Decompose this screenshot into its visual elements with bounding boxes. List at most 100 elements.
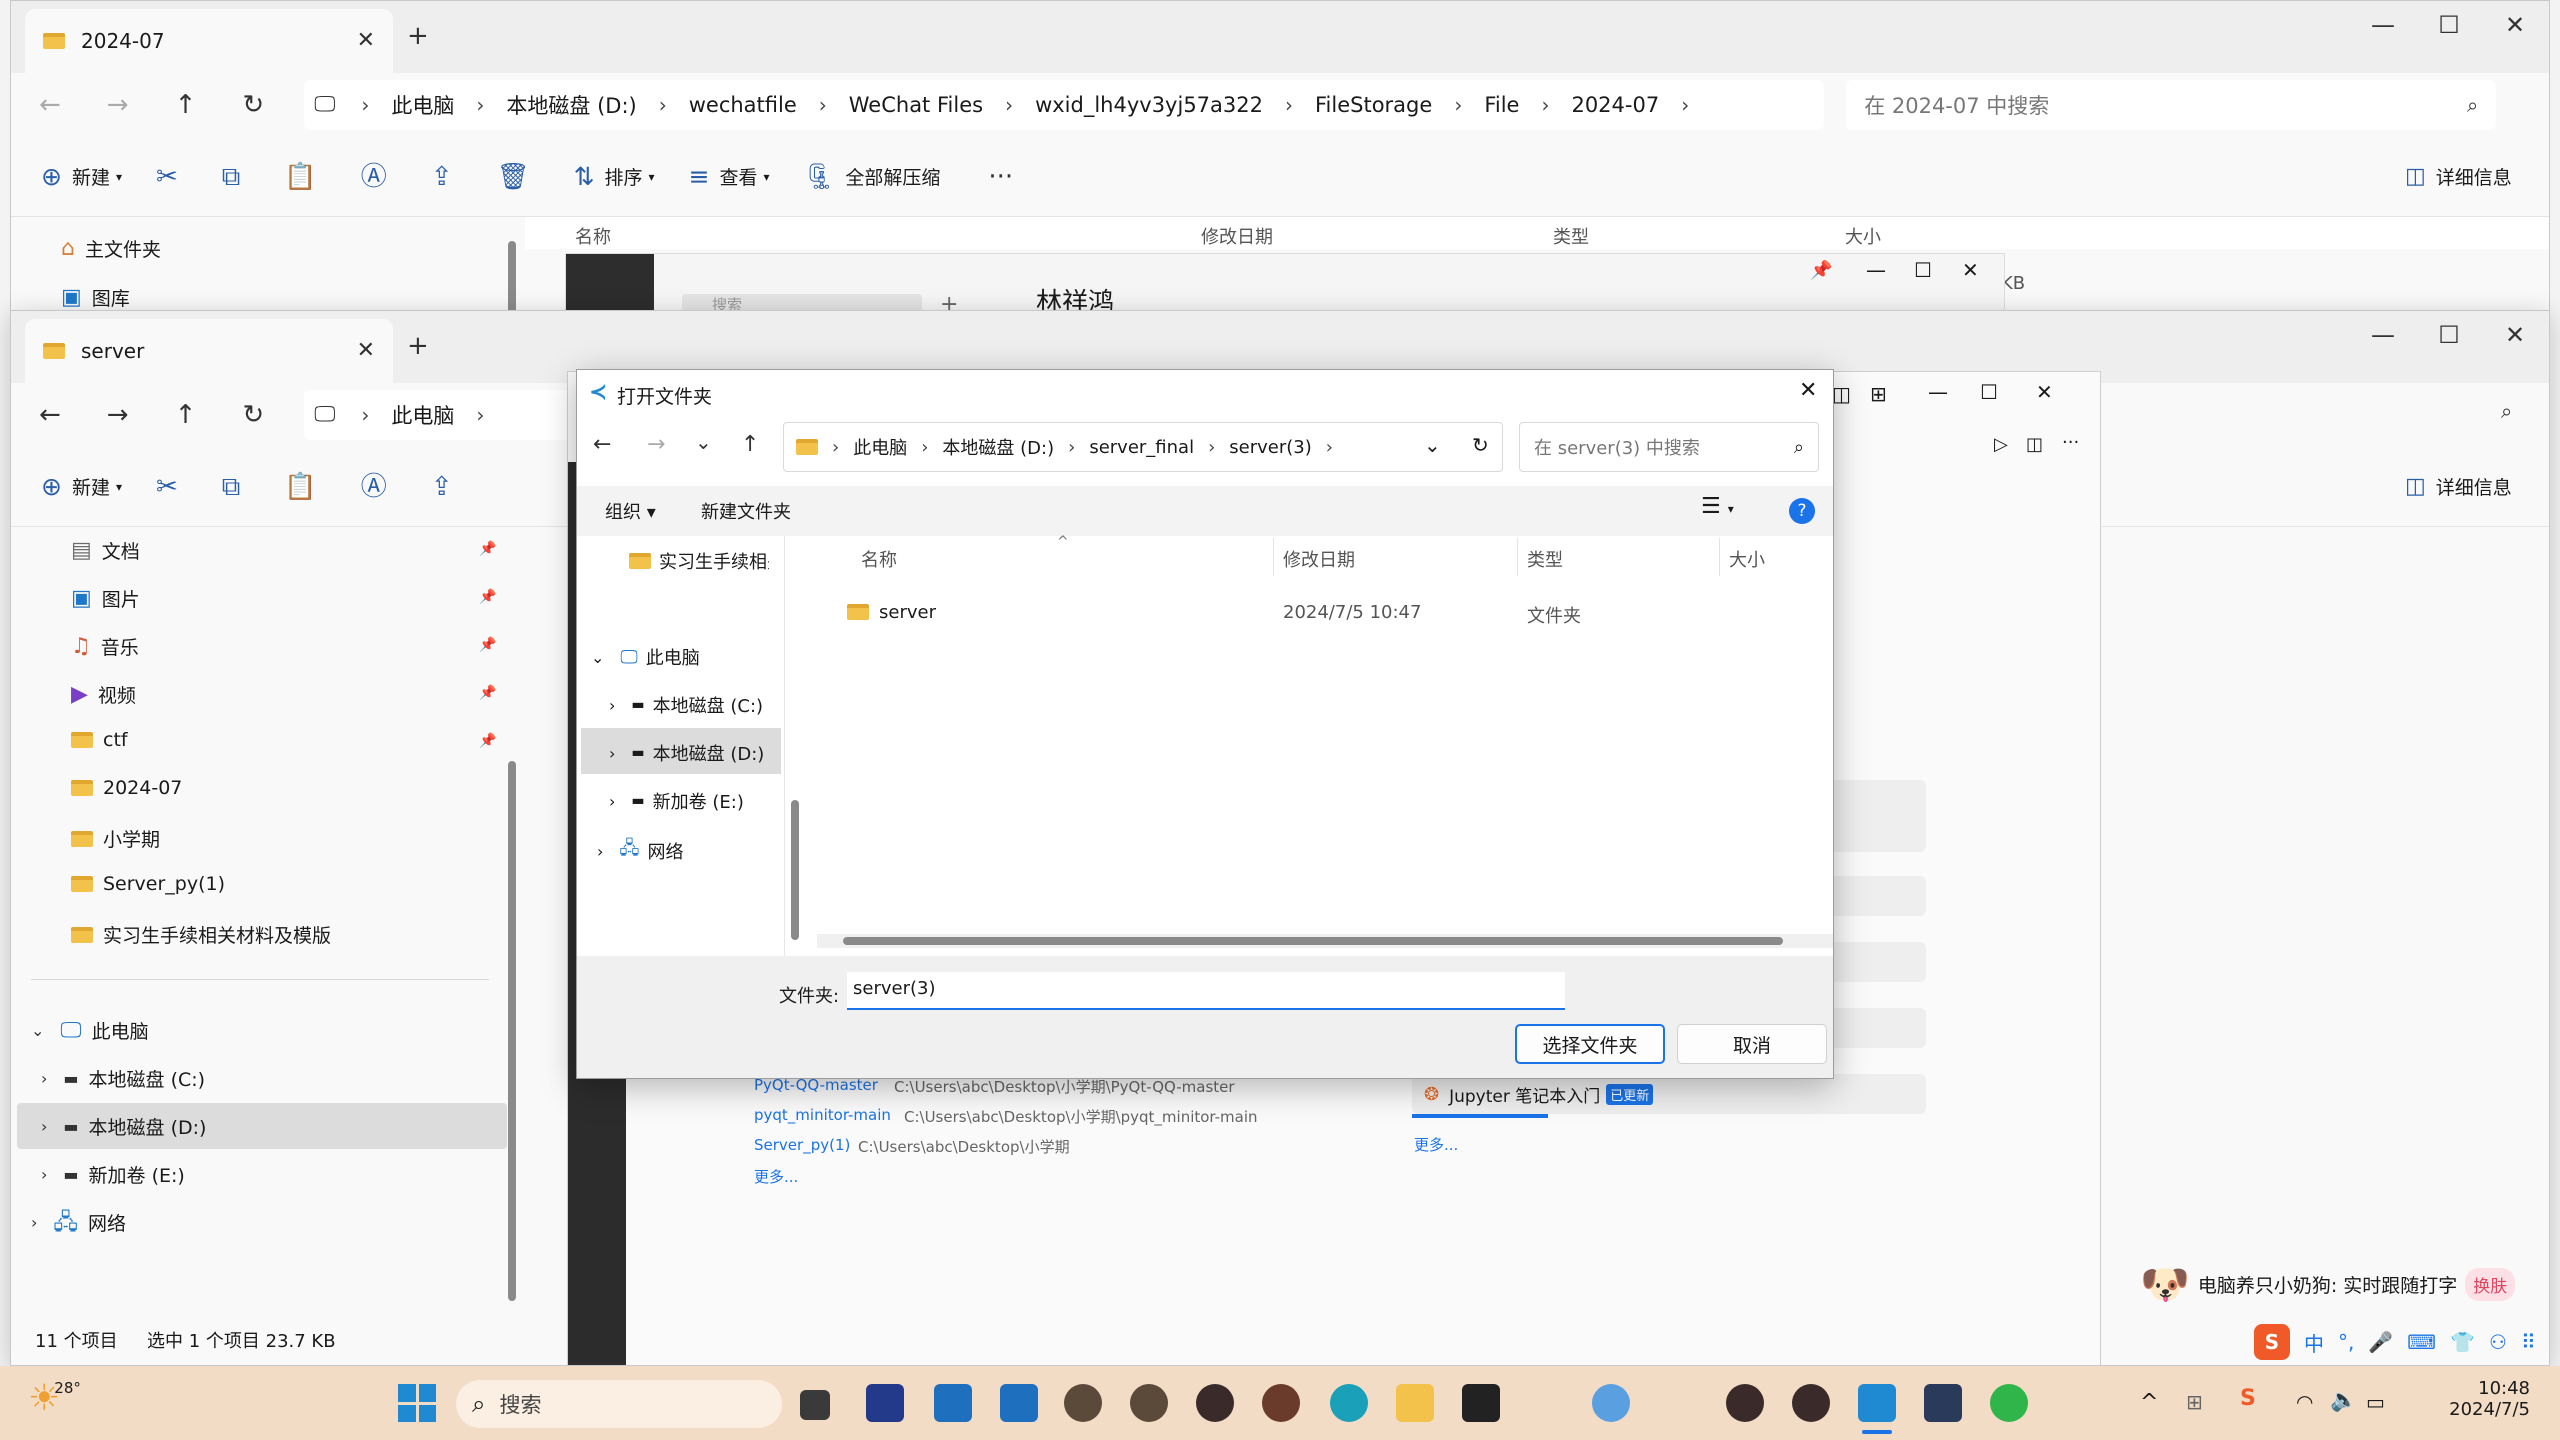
help-icon[interactable]: ? — [1789, 498, 1815, 524]
vscode-minimize-icon[interactable]: — — [1928, 380, 1948, 404]
new-folder-button[interactable]: 新建文件夹 — [701, 498, 791, 524]
nav-item-internship[interactable]: 实习生手续相关 — [629, 548, 769, 574]
keyboard-icon[interactable]: ⌨ — [2407, 1330, 2436, 1354]
tab-server[interactable]: server ✕ — [25, 319, 393, 383]
address-bar[interactable]: 🖵 › 此电脑 › 本地磁盘 (D:) › wechatfile › WeChat F… — [304, 80, 1825, 130]
taskbar-search[interactable]: ⌕ 搜索 — [456, 1380, 782, 1428]
avatar-app-icon[interactable] — [1130, 1384, 1168, 1422]
dialog-crumb[interactable]: server_final — [1089, 437, 1194, 458]
close-window-icon[interactable]: ✕ — [2495, 11, 2535, 39]
walkthrough-jupyter[interactable]: ❂ Jupyter 笔记本入门 已更新 — [1412, 1074, 1926, 1114]
sidebar-item-documents[interactable]: ▤ 文档 — [71, 537, 140, 564]
sidebar-item-2024-07[interactable]: 2024-07 — [71, 777, 182, 799]
pin-icon[interactable]: 📌 — [479, 685, 496, 701]
search-box[interactable]: 在 2024-07 中搜索 ⌕ — [1846, 80, 2497, 130]
breadcrumb-item[interactable]: wxid_lh4yv3yj57a322 — [1035, 93, 1263, 117]
breadcrumb-item[interactable]: 本地磁盘 (D:) — [506, 90, 636, 120]
address-dropdown-icon[interactable]: ⌄ — [1424, 433, 1441, 457]
task-view-icon[interactable] — [800, 1390, 830, 1420]
maximize-icon[interactable]: ☐ — [2429, 321, 2469, 349]
folder-field[interactable]: server(3) — [847, 972, 1565, 1010]
col-name[interactable]: 名称 — [575, 223, 611, 249]
copy-icon[interactable]: ⧉ — [222, 164, 241, 190]
pin-icon[interactable]: 📌 — [479, 637, 496, 653]
up-icon[interactable]: ↑ — [175, 402, 197, 428]
dialog-crumb[interactable]: 此电脑 — [853, 434, 907, 460]
dialog-crumb[interactable]: 本地磁盘 (D:) — [942, 434, 1054, 460]
cut-icon[interactable]: ✂ — [156, 474, 178, 500]
recent-link[interactable]: pyqt_minitor-main — [754, 1106, 891, 1124]
ime-skin-button[interactable]: 换肤 — [2465, 1267, 2516, 1301]
popup-maximize-icon[interactable]: ☐ — [1914, 258, 1932, 282]
sidebar-item-pictures[interactable]: ▣ 图片 — [71, 585, 140, 612]
nav-item-drive-d[interactable]: › ▬ 本地磁盘 (D:) — [609, 740, 764, 766]
sidebar-scrollbar[interactable] — [508, 761, 516, 1301]
tray-sogou-icon[interactable]: S — [2240, 1386, 2256, 1411]
close-tab-icon[interactable]: ✕ — [357, 30, 375, 52]
bug-app-icon[interactable] — [1726, 1384, 1764, 1422]
sidebar-item-ctf[interactable]: ctf — [71, 729, 128, 751]
vscode-maximize-icon[interactable]: ☐ — [1980, 380, 1998, 404]
ime-lang-toggle[interactable]: 中 — [2304, 1328, 2324, 1357]
file-row[interactable]: server 2024/7/5 10:47 文件夹 — [839, 592, 1799, 632]
col-date[interactable]: 修改日期 — [1201, 223, 1273, 249]
details-button[interactable]: ◫ 详细信息 — [2405, 473, 2512, 500]
pin-icon[interactable]: 📌 — [479, 541, 496, 557]
new-button[interactable]: ⊕ 新建 ▾ — [41, 163, 122, 190]
forward-icon[interactable]: → — [647, 434, 665, 456]
tree-network[interactable]: › 🖧 网络 — [31, 1209, 126, 1236]
sort-button[interactable]: ⇅ 排序 ▾ — [574, 163, 655, 190]
sidebar-item-xiaoxueqi[interactable]: 小学期 — [71, 825, 160, 852]
nav-item-drive-c[interactable]: › ▬ 本地磁盘 (C:) — [609, 692, 763, 718]
dialog-col-size[interactable]: 大小 — [1729, 546, 1765, 572]
minimize-icon[interactable]: — — [2363, 321, 2403, 349]
vscode-icon[interactable] — [1858, 1384, 1896, 1422]
sidebar-item-gallery[interactable]: ▣ 图库 — [61, 284, 130, 311]
dialog-address-bar[interactable]: › 此电脑 › 本地磁盘 (D:) › server_final › server(3… — [783, 422, 1503, 472]
new-tab-icon[interactable]: + — [407, 23, 429, 49]
dialog-crumb[interactable]: server(3) — [1229, 437, 1311, 458]
paste-icon[interactable]: 📋 — [284, 164, 316, 190]
voice-icon[interactable]: 🎤 — [2368, 1330, 2393, 1354]
breadcrumb-item[interactable]: wechatfile — [689, 93, 797, 117]
walkthrough-more-link[interactable]: 更多... — [1414, 1134, 1458, 1155]
pin-icon[interactable]: 📌 — [1810, 260, 1832, 281]
weather-widget[interactable]: ☀ 28° — [28, 1378, 81, 1419]
app-icon[interactable] — [1924, 1384, 1962, 1422]
delete-icon[interactable]: 🗑 — [497, 164, 530, 190]
details-button[interactable]: ◫ 详细信息 — [2405, 163, 2512, 190]
breadcrumb-item[interactable]: 此电脑 — [391, 400, 454, 430]
sidebar-item-home[interactable]: ⌂ 主文件夹 — [61, 235, 161, 262]
scrollbar[interactable] — [508, 241, 516, 319]
tree-drive-d[interactable]: › ▬ 本地磁盘 (D:) — [41, 1113, 206, 1140]
sidebar-item-internship[interactable]: 实习生手续相关材料及模版 — [71, 921, 331, 948]
breadcrumb-item[interactable]: WeChat Files — [849, 93, 983, 117]
pin-icon[interactable]: 📌 — [479, 589, 496, 605]
refresh-icon[interactable]: ↻ — [242, 402, 264, 428]
skin-icon[interactable]: 👕 — [2450, 1330, 2475, 1354]
organize-button[interactable]: 组织 ▾ — [605, 498, 656, 524]
menu-grid-icon[interactable]: ⠿ — [2521, 1330, 2536, 1354]
ime-tip[interactable]: 🐶 电脑养只小奶狗: 实时跟随打字 换肤 — [2140, 1254, 2560, 1314]
tab-2024-07[interactable]: 2024-07 ✕ — [25, 9, 393, 73]
wechat-icon[interactable] — [1990, 1384, 2028, 1422]
sidebar-item-server-py[interactable]: Server_py(1) — [71, 873, 225, 895]
layout-icon[interactable]: ◫ — [1832, 382, 1851, 406]
up-icon[interactable]: ↑ — [175, 92, 197, 118]
sidebar-item-videos[interactable]: ▶ 视频 — [71, 681, 136, 708]
search-icon[interactable]: ⌕ — [2501, 401, 2512, 421]
close-tab-icon[interactable]: ✕ — [357, 340, 375, 362]
back-icon[interactable]: ← — [593, 434, 611, 456]
clock[interactable]: 10:48 2024/7/5 — [2410, 1378, 2530, 1420]
view-button[interactable]: ≡ 查看 ▾ — [689, 163, 770, 190]
dialog-search-box[interactable]: 在 server(3) 中搜索 ⌕ — [1519, 422, 1819, 472]
dialog-col-type[interactable]: 类型 — [1527, 546, 1563, 572]
dialog-close-icon[interactable]: ✕ — [1799, 378, 1817, 403]
dialog-col-date[interactable]: 修改日期 — [1283, 546, 1355, 572]
avatar-app-icon[interactable] — [1262, 1384, 1300, 1422]
horizontal-scrollbar[interactable] — [843, 937, 1783, 945]
cut-icon[interactable]: ✂ — [156, 164, 178, 190]
nav-item-network[interactable]: › 🖧 网络 — [597, 836, 683, 866]
share-icon[interactable]: ⇪ — [431, 474, 453, 500]
breadcrumb-item[interactable]: 此电脑 — [391, 90, 454, 120]
